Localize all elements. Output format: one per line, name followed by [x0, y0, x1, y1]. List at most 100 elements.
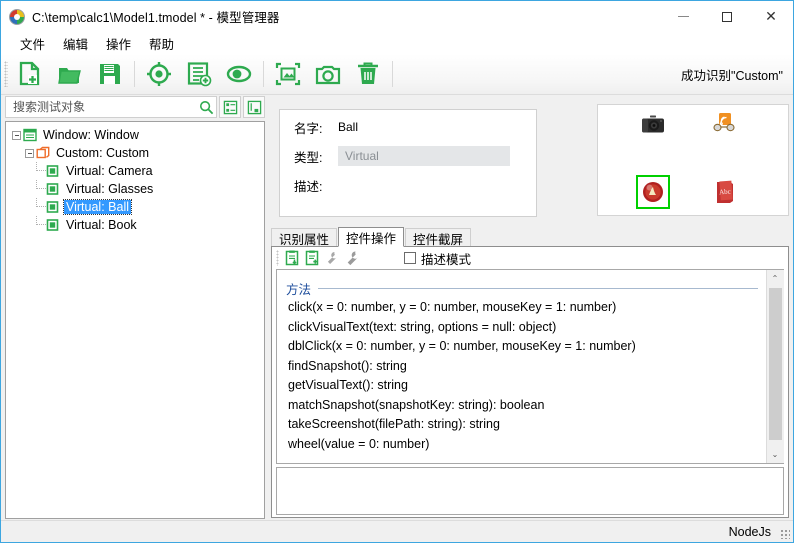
tab-control-actions[interactable]: 控件操作 — [338, 227, 404, 247]
custom-node-icon — [36, 146, 50, 160]
model-manager-icon — [9, 9, 25, 25]
output-text-area[interactable] — [276, 467, 784, 515]
actions-toolbar-grip[interactable] — [276, 250, 279, 266]
add-code-button[interactable] — [302, 248, 322, 268]
camera-icon — [641, 115, 665, 135]
camera-capture-button[interactable] — [308, 55, 348, 93]
tree-node-custom[interactable]: Custom: Custom — [6, 144, 264, 162]
camera-capture-icon — [315, 61, 341, 87]
method-item[interactable]: findSnapshot(): string — [282, 357, 766, 377]
target-locate-icon — [146, 61, 172, 87]
minimize-icon — [678, 16, 689, 17]
scroll-down-button[interactable]: ⌄ — [767, 446, 784, 463]
expand-tree-button[interactable] — [219, 96, 241, 118]
add-property-list-button[interactable] — [179, 55, 219, 93]
method-item[interactable]: dblClick(x = 0: number, y = 0: number, m… — [282, 337, 766, 357]
actions-toolbar: 描述模式 — [272, 247, 788, 269]
object-tree[interactable]: Window: Window Custom: Custom Virtual: C… — [5, 121, 265, 519]
tree-node-virtual-book[interactable]: Virtual: Book — [6, 216, 264, 234]
description-mode-checkbox-wrap[interactable]: 描述模式 — [404, 249, 471, 268]
tab-recognition-properties[interactable]: 识别属性 — [271, 228, 337, 247]
tree-node-window[interactable]: Window: Window — [6, 126, 264, 144]
tree-guide — [36, 198, 46, 207]
tree-node-virtual-ball[interactable]: Virtual: Ball — [6, 198, 264, 216]
method-group-divider — [318, 288, 758, 289]
name-value[interactable]: Ball — [338, 120, 358, 134]
expander-icon[interactable] — [12, 131, 21, 140]
highlight-eye-button[interactable] — [219, 55, 259, 93]
camera-thumbnail[interactable] — [638, 110, 668, 140]
ball-thumbnail[interactable] — [638, 177, 668, 207]
toolbar-separator-2 — [263, 61, 264, 87]
main-toolbar: 成功识别"Custom" — [1, 54, 793, 95]
save-button[interactable] — [90, 55, 130, 93]
type-field[interactable] — [338, 146, 510, 166]
highlight-eye-icon — [226, 61, 252, 87]
add-property-list-icon — [186, 61, 212, 87]
menu-help[interactable]: 帮助 — [140, 32, 183, 55]
method-item[interactable]: getVisualText(): string — [282, 376, 766, 396]
search-input[interactable] — [11, 99, 199, 115]
tree-node-virtual-camera[interactable]: Virtual: Camera — [6, 162, 264, 180]
window-node-icon — [23, 128, 37, 142]
expander-icon[interactable] — [25, 149, 34, 158]
book-thumbnail[interactable]: Abc — [710, 177, 740, 207]
description-mode-label: 描述模式 — [421, 249, 471, 268]
method-item[interactable]: wheel(value = 0: number) — [282, 435, 766, 455]
tab-control-screenshot[interactable]: 控件截屏 — [405, 228, 471, 247]
tree-node-virtual-glasses[interactable]: Virtual: Glasses — [6, 180, 264, 198]
maximize-icon — [722, 12, 732, 22]
method-item[interactable]: click(x = 0: number, y = 0: number, mous… — [282, 298, 766, 318]
wrench-large-button[interactable] — [342, 248, 362, 268]
status-bar: NodeJs — [1, 520, 793, 542]
maximize-button[interactable] — [705, 1, 749, 32]
collapse-tree-button[interactable] — [243, 96, 265, 118]
resize-grip[interactable] — [779, 528, 790, 539]
toolbar-grip[interactable] — [4, 61, 8, 87]
scroll-track[interactable] — [767, 287, 784, 446]
description-mode-checkbox[interactable] — [404, 252, 416, 264]
method-group-title: 方法 — [286, 279, 311, 298]
object-detail-panel: 名字: Ball 类型: 描述: — [279, 109, 537, 217]
type-field-row: 类型: — [280, 144, 536, 168]
object-preview-panel[interactable]: Abc — [597, 104, 789, 216]
select-region-button[interactable] — [268, 55, 308, 93]
window-title: C:\temp\calc1\Model1.tmodel * - 模型管理器 — [32, 7, 280, 26]
svg-text:Abc: Abc — [719, 188, 731, 197]
minimize-button[interactable] — [661, 1, 705, 32]
search-icon[interactable] — [199, 100, 214, 115]
new-model-button[interactable] — [10, 55, 50, 93]
search-row — [5, 96, 265, 118]
method-list[interactable]: 方法 click(x = 0: number, y = 0: number, m… — [277, 270, 766, 463]
menu-action[interactable]: 操作 — [97, 32, 140, 55]
virtual-node-icon — [46, 182, 60, 196]
delete-trash-button[interactable] — [348, 55, 388, 93]
method-item[interactable]: matchSnapshot(snapshotKey: string): bool… — [282, 396, 766, 416]
virtual-node-icon — [46, 218, 60, 232]
book-icon: Abc — [714, 180, 736, 204]
ball-icon — [642, 181, 664, 203]
method-item[interactable]: takeScreenshot(filePath: string): string — [282, 415, 766, 435]
save-icon — [97, 61, 123, 87]
collapse-tree-icon — [247, 100, 262, 115]
menu-edit[interactable]: 编辑 — [54, 32, 97, 55]
scroll-up-button[interactable]: ⌃ — [767, 270, 784, 287]
target-locate-button[interactable] — [139, 55, 179, 93]
recognition-status-text: 成功识别"Custom" — [681, 65, 783, 84]
glasses-thumbnail[interactable] — [710, 109, 740, 139]
wrench-small-button[interactable] — [322, 248, 342, 268]
desc-field-row: 描述: — [280, 173, 536, 197]
scroll-thumb[interactable] — [769, 288, 782, 440]
script-language-label: NodeJs — [729, 525, 771, 539]
search-box[interactable] — [5, 96, 217, 118]
title-bar: C:\temp\calc1\Model1.tmodel * - 模型管理器 ✕ — [1, 1, 793, 32]
close-button[interactable]: ✕ — [749, 1, 793, 32]
menu-file[interactable]: 文件 — [11, 32, 54, 55]
insert-code-button[interactable] — [282, 248, 302, 268]
method-list-scrollbar[interactable]: ⌃ ⌄ — [766, 270, 783, 463]
tree-node-label: Window: Window — [41, 128, 141, 142]
open-folder-button[interactable] — [50, 55, 90, 93]
add-code-icon — [304, 250, 320, 266]
tree-node-label: Virtual: Glasses — [64, 182, 155, 196]
method-item[interactable]: clickVisualText(text: string, options = … — [282, 318, 766, 338]
